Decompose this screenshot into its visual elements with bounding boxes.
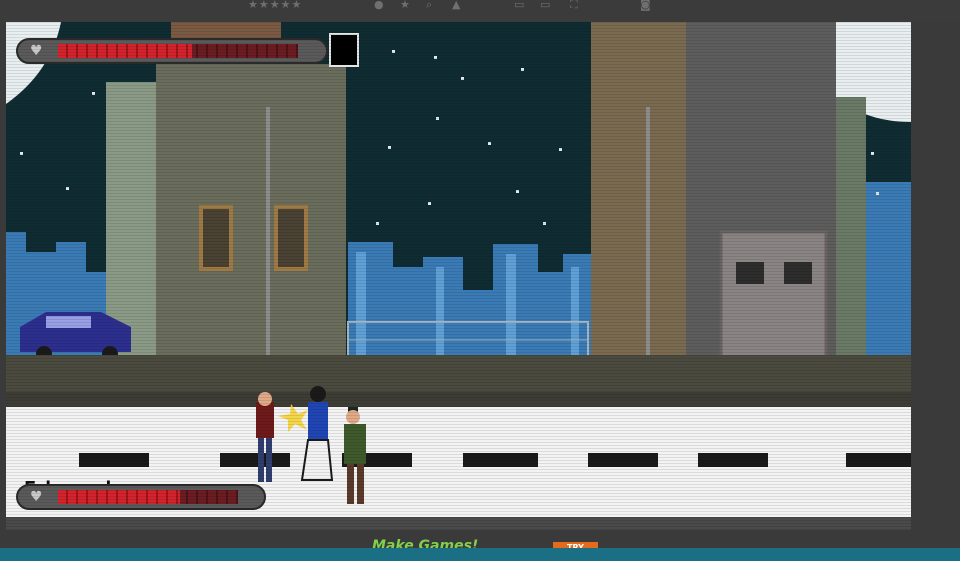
heart-icon: ♥ <box>30 489 43 505</box>
bottom-gutter: Make Games! TRY <box>0 530 960 554</box>
right-gutter <box>911 22 960 530</box>
boss-health-fill <box>58 44 192 58</box>
building-window <box>199 205 233 271</box>
boss-health-bar: ♥ <box>16 38 328 64</box>
player-health-fill <box>58 490 180 504</box>
star-icon[interactable]: ★ <box>400 0 410 10</box>
camera-icon[interactable]: ◙ <box>640 0 651 10</box>
brown-building <box>591 22 686 362</box>
game-scene <box>6 22 911 530</box>
building-window <box>274 205 308 271</box>
window-icon[interactable]: ▭ <box>514 0 524 10</box>
street-lamp <box>646 107 650 362</box>
rating-stars[interactable]: ★★★★★ <box>248 0 302 10</box>
heart-icon: ♥ <box>30 43 43 59</box>
taskbar <box>0 548 960 561</box>
left-building <box>156 64 346 362</box>
player-health-bar: ♥ <box>16 484 266 510</box>
warning-icon[interactable]: ▲ <box>452 0 460 10</box>
editor-toolbar: ★★★★★ ● ★ ⌕ ▲ ▭ ▭ ⛶ ◙ <box>0 0 960 22</box>
game-viewport[interactable]: ♥ Edward ♥ <box>6 22 911 530</box>
help-icon[interactable]: ● <box>374 0 384 10</box>
search-icon[interactable]: ⌕ <box>426 0 432 10</box>
street-lamp <box>266 107 270 362</box>
fullscreen-icon[interactable]: ⛶ <box>570 0 578 10</box>
boss-portrait-icon <box>329 33 359 67</box>
image-icon[interactable]: ▭ <box>540 0 550 10</box>
garage-door <box>719 230 828 364</box>
